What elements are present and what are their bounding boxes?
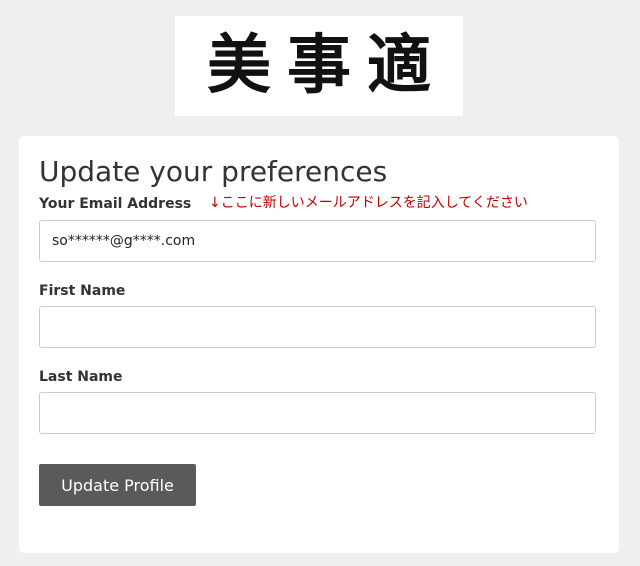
email-instruction-note: ↓ここに新しいメールアドレスを記入してください [209, 195, 528, 211]
brand-logo: 美事適 [175, 16, 463, 116]
first-name-label: First Name [39, 283, 126, 299]
email-label: Your Email Address [39, 196, 192, 212]
preferences-form-card: Update your preferences Your Email Addre… [19, 136, 619, 553]
page-title: Update your preferences [39, 155, 388, 188]
brand-logo-text: 美事適 [207, 28, 447, 103]
last-name-field[interactable] [39, 392, 596, 434]
first-name-field[interactable] [39, 306, 596, 348]
email-field[interactable] [39, 220, 596, 262]
last-name-label: Last Name [39, 369, 123, 385]
update-profile-button[interactable]: Update Profile [39, 464, 196, 506]
